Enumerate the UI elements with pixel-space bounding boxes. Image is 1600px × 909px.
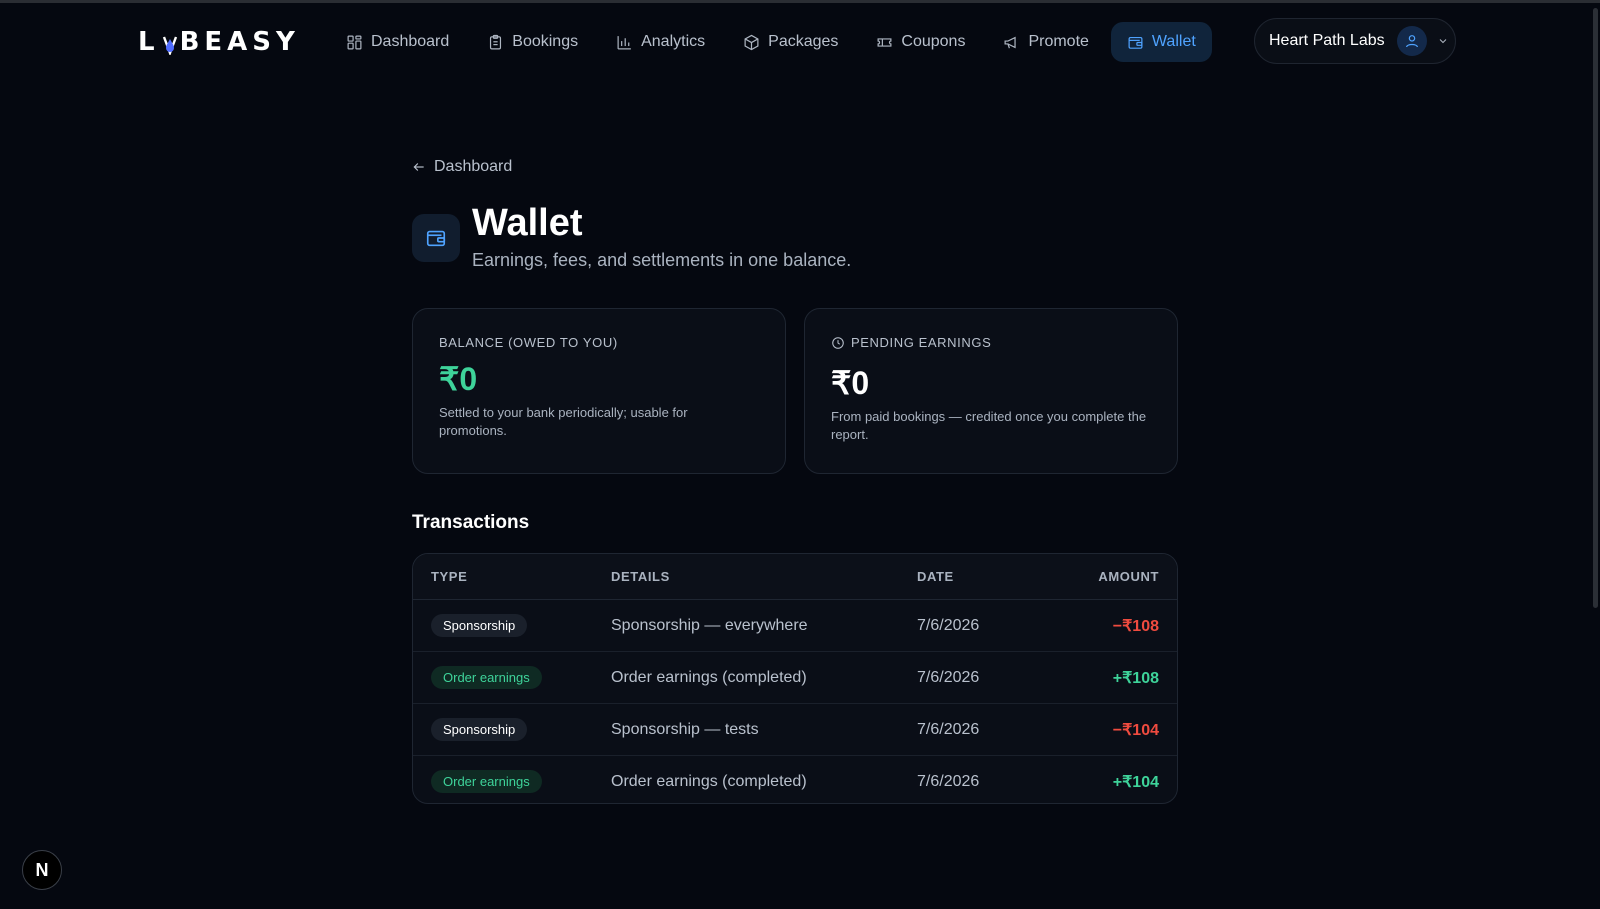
- labeasy-logo[interactable]: L BEASY: [138, 26, 300, 58]
- table-header: TYPE DETAILS DATE AMOUNT: [413, 554, 1177, 600]
- amount-cell: −₹104: [1112, 721, 1159, 739]
- logo-drop-icon: [162, 32, 178, 57]
- balance-card: BALANCE (OWED TO YOU) ₹0 Settled to your…: [412, 308, 786, 474]
- balance-note: Settled to your bank periodically; usabl…: [439, 405, 688, 438]
- nav-menu: Dashboard Bookings Analytics Packages Co…: [330, 22, 1212, 62]
- nav-item-bookings[interactable]: Bookings: [471, 22, 594, 62]
- logo-text-right: BEASY: [179, 27, 300, 57]
- table-row: Order earnings Order earnings (completed…: [413, 756, 1177, 803]
- balance-label: BALANCE (OWED TO YOU): [439, 335, 759, 350]
- nav-item-coupons[interactable]: Coupons: [860, 22, 981, 62]
- pending-earnings-card: PENDING EARNINGS ₹0 From paid bookings —…: [804, 308, 1178, 474]
- column-header-details: DETAILS: [611, 569, 670, 584]
- type-cell: Order earnings: [413, 770, 611, 793]
- package-icon: [744, 34, 759, 50]
- arrow-left-icon: [413, 163, 424, 171]
- column-header-type: TYPE: [431, 569, 468, 584]
- nav-item-label: Analytics: [641, 33, 706, 50]
- type-badge: Sponsorship: [431, 614, 528, 637]
- table-row: Order earnings Order earnings (completed…: [413, 652, 1177, 704]
- avatar: [1396, 26, 1427, 56]
- dev-tools-badge[interactable]: N: [22, 850, 62, 890]
- back-link-label: Dashboard: [434, 158, 513, 175]
- account-name: Heart Path Labs: [1269, 32, 1385, 49]
- nav-item-label: Packages: [768, 33, 839, 50]
- nav-item-promote[interactable]: Promote: [987, 22, 1104, 62]
- nav-item-label: Wallet: [1151, 33, 1196, 50]
- grid-icon: [347, 35, 362, 49]
- amount-cell: +₹108: [1112, 669, 1159, 687]
- amount-cell: −₹108: [1112, 617, 1159, 635]
- pending-note: From paid bookings — credited once you c…: [831, 409, 1147, 442]
- logo-text-left: L: [138, 27, 160, 57]
- type-badge: Order earnings: [431, 666, 542, 689]
- bar-chart-icon: [617, 35, 631, 49]
- type-cell: Order earnings: [413, 666, 611, 689]
- details-cell: Sponsorship — everywhere: [611, 616, 808, 634]
- balance-label-text: BALANCE (OWED TO YOU): [439, 335, 618, 350]
- back-to-dashboard-link[interactable]: Dashboard: [412, 158, 512, 176]
- column-header-amount: AMOUNT: [1098, 569, 1159, 584]
- type-badge: Order earnings: [431, 770, 542, 793]
- table-row: Sponsorship Sponsorship — everywhere 7/6…: [413, 600, 1177, 652]
- nav-item-wallet[interactable]: Wallet: [1110, 22, 1212, 62]
- nav-item-packages[interactable]: Packages: [727, 22, 854, 62]
- pending-label: PENDING EARNINGS: [831, 335, 1151, 350]
- wallet-icon: [426, 230, 446, 247]
- amount-cell: +₹104: [1112, 773, 1159, 791]
- balance-amount: ₹0: [439, 361, 478, 397]
- account-menu-button[interactable]: Heart Path Labs: [1254, 18, 1456, 64]
- details-cell: Order earnings (completed): [611, 668, 807, 686]
- date-cell: 7/6/2026: [917, 772, 980, 790]
- clock-icon: [832, 336, 844, 349]
- pending-amount: ₹0: [831, 365, 870, 401]
- chevron-down-icon: [1439, 39, 1446, 44]
- nav-item-label: Bookings: [512, 33, 579, 50]
- pending-label-text: PENDING EARNINGS: [851, 335, 992, 350]
- nav-item-label: Coupons: [901, 33, 966, 50]
- table-row: Sponsorship Sponsorship — tests 7/6/2026…: [413, 704, 1177, 756]
- megaphone-icon: [1004, 36, 1017, 48]
- user-icon: [1405, 35, 1418, 48]
- nav-item-label: Dashboard: [371, 33, 450, 50]
- column-header-date: DATE: [917, 569, 954, 584]
- nav-item-dashboard[interactable]: Dashboard: [330, 22, 465, 62]
- date-cell: 7/6/2026: [917, 668, 980, 686]
- date-cell: 7/6/2026: [917, 616, 980, 634]
- clipboard-icon: [490, 34, 502, 49]
- nav-item-analytics[interactable]: Analytics: [600, 22, 721, 62]
- page-subtitle: Earnings, fees, and settlements in one b…: [472, 250, 852, 270]
- type-badge: Sponsorship: [431, 718, 528, 741]
- wallet-icon: [1128, 36, 1143, 49]
- wallet-header-badge: [412, 214, 460, 262]
- date-cell: 7/6/2026: [917, 720, 980, 738]
- type-cell: Sponsorship: [413, 718, 611, 741]
- nav-item-label: Promote: [1028, 33, 1089, 50]
- top-navigation: L BEASY Dashboard Bookings Analytics Pac…: [0, 18, 1600, 66]
- transactions-title: Transactions: [412, 512, 530, 533]
- ticket-icon: [877, 37, 892, 47]
- type-cell: Sponsorship: [413, 614, 611, 637]
- page-scrollbar[interactable]: [1593, 8, 1598, 608]
- transactions-table: TYPE DETAILS DATE AMOUNT Sponsorship Spo…: [412, 553, 1178, 804]
- details-cell: Sponsorship — tests: [611, 720, 759, 738]
- details-cell: Order earnings (completed): [611, 772, 807, 790]
- page-title: Wallet: [472, 202, 583, 244]
- window-top-border: [0, 0, 1600, 3]
